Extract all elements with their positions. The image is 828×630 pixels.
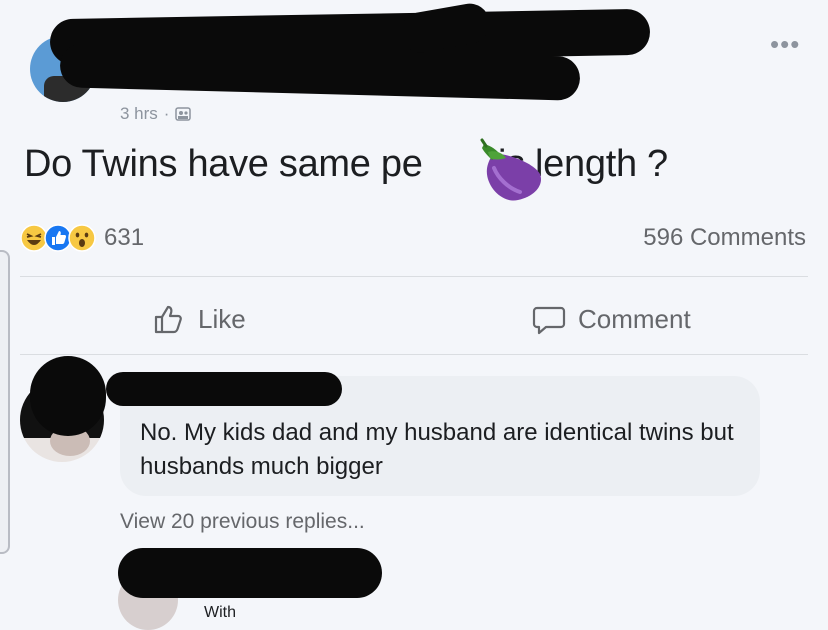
comment-button[interactable]: Comment	[532, 302, 691, 336]
adjacent-panel-edge	[0, 250, 10, 554]
eggplant-emoji	[480, 138, 542, 201]
wow-reaction-icon	[68, 224, 96, 252]
post-text: Do Twins have same pe is length ?	[24, 143, 668, 185]
more-options-icon[interactable]: •••	[770, 31, 800, 57]
redaction-stroke	[30, 356, 106, 436]
like-label: Like	[198, 303, 246, 334]
reaction-summary[interactable]: 631	[20, 224, 144, 252]
redacted-reply-name	[118, 548, 382, 598]
friends-privacy-icon	[175, 107, 192, 121]
view-previous-replies-link[interactable]: View 20 previous replies...	[120, 510, 365, 534]
post-meta: 3 hrs ·	[120, 104, 192, 124]
post-timestamp[interactable]: 3 hrs	[120, 104, 158, 124]
like-button[interactable]: Like	[152, 302, 246, 336]
redacted-commenter-name	[106, 372, 342, 406]
speech-bubble-icon	[532, 306, 566, 335]
divider-top	[20, 276, 808, 277]
comment-label: Comment	[578, 303, 691, 334]
thumbs-up-icon	[154, 305, 182, 334]
reaction-count: 631	[104, 224, 145, 251]
meta-separator: ·	[163, 104, 170, 123]
comment-text: No. My kids dad and my husband are ident…	[140, 419, 734, 480]
reply-text: With	[204, 604, 236, 621]
comment-count[interactable]: 596 Comments	[643, 224, 806, 252]
divider-bottom	[20, 354, 808, 355]
